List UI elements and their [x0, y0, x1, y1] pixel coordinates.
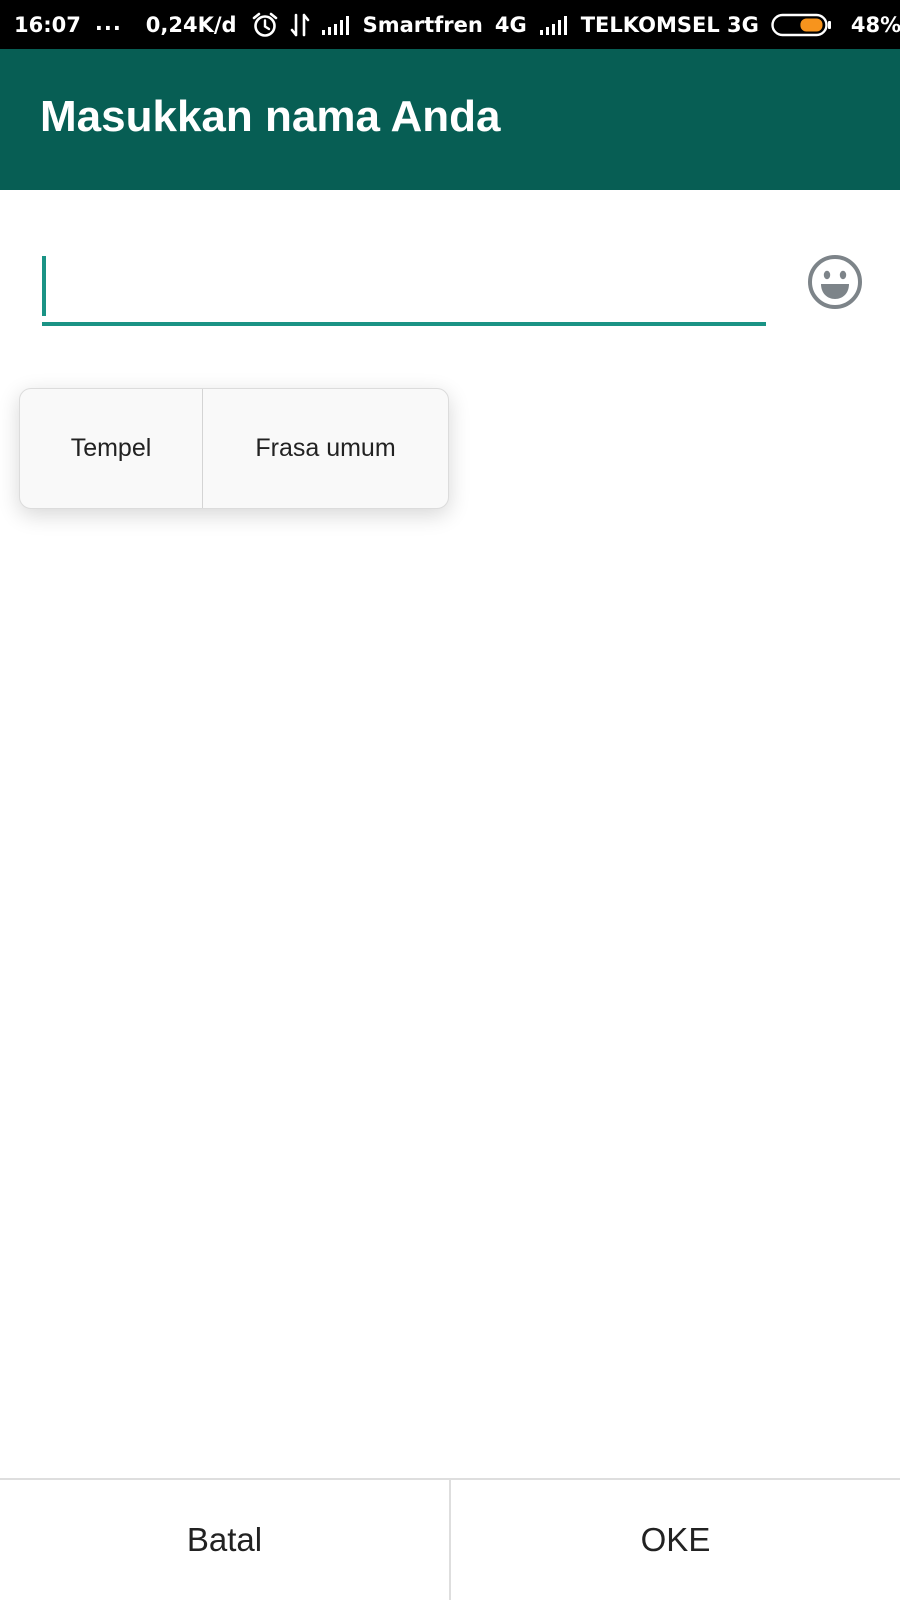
status-network-1: 4G [494, 12, 527, 37]
emoji-button[interactable] [806, 253, 864, 316]
status-data-speed: 0,24K/d [145, 12, 237, 37]
signal-1-icon [321, 14, 353, 36]
status-time: 16:07 [14, 12, 81, 37]
text-selection-popup: Tempel Frasa umum [19, 388, 449, 509]
common-phrases-button[interactable]: Frasa umum [203, 389, 448, 508]
data-transfer-icon [289, 12, 311, 38]
name-input[interactable] [42, 254, 766, 322]
battery-icon [771, 12, 833, 38]
paste-button[interactable]: Tempel [20, 389, 203, 508]
status-carrier-2: TELKOMSEL 3G [580, 12, 759, 37]
status-battery-percent: 48% [850, 12, 900, 37]
signal-2-icon [539, 14, 571, 36]
ok-button[interactable]: OKE [451, 1480, 900, 1600]
alarm-icon [251, 11, 279, 39]
status-notification-dots: ... [94, 10, 122, 35]
app-bar: Masukkan nama Anda [0, 49, 900, 190]
status-carrier-1: Smartfren [362, 12, 483, 37]
cancel-button[interactable]: Batal [0, 1480, 451, 1600]
emoji-icon [806, 253, 864, 316]
dialog-actions: Batal OKE [0, 1478, 900, 1600]
page-title: Masukkan nama Anda [40, 92, 501, 141]
status-bar: 16:07 ... 0,24K/d Smartfren 4G TELKOMSEL… [0, 0, 900, 49]
name-field[interactable] [42, 254, 766, 326]
